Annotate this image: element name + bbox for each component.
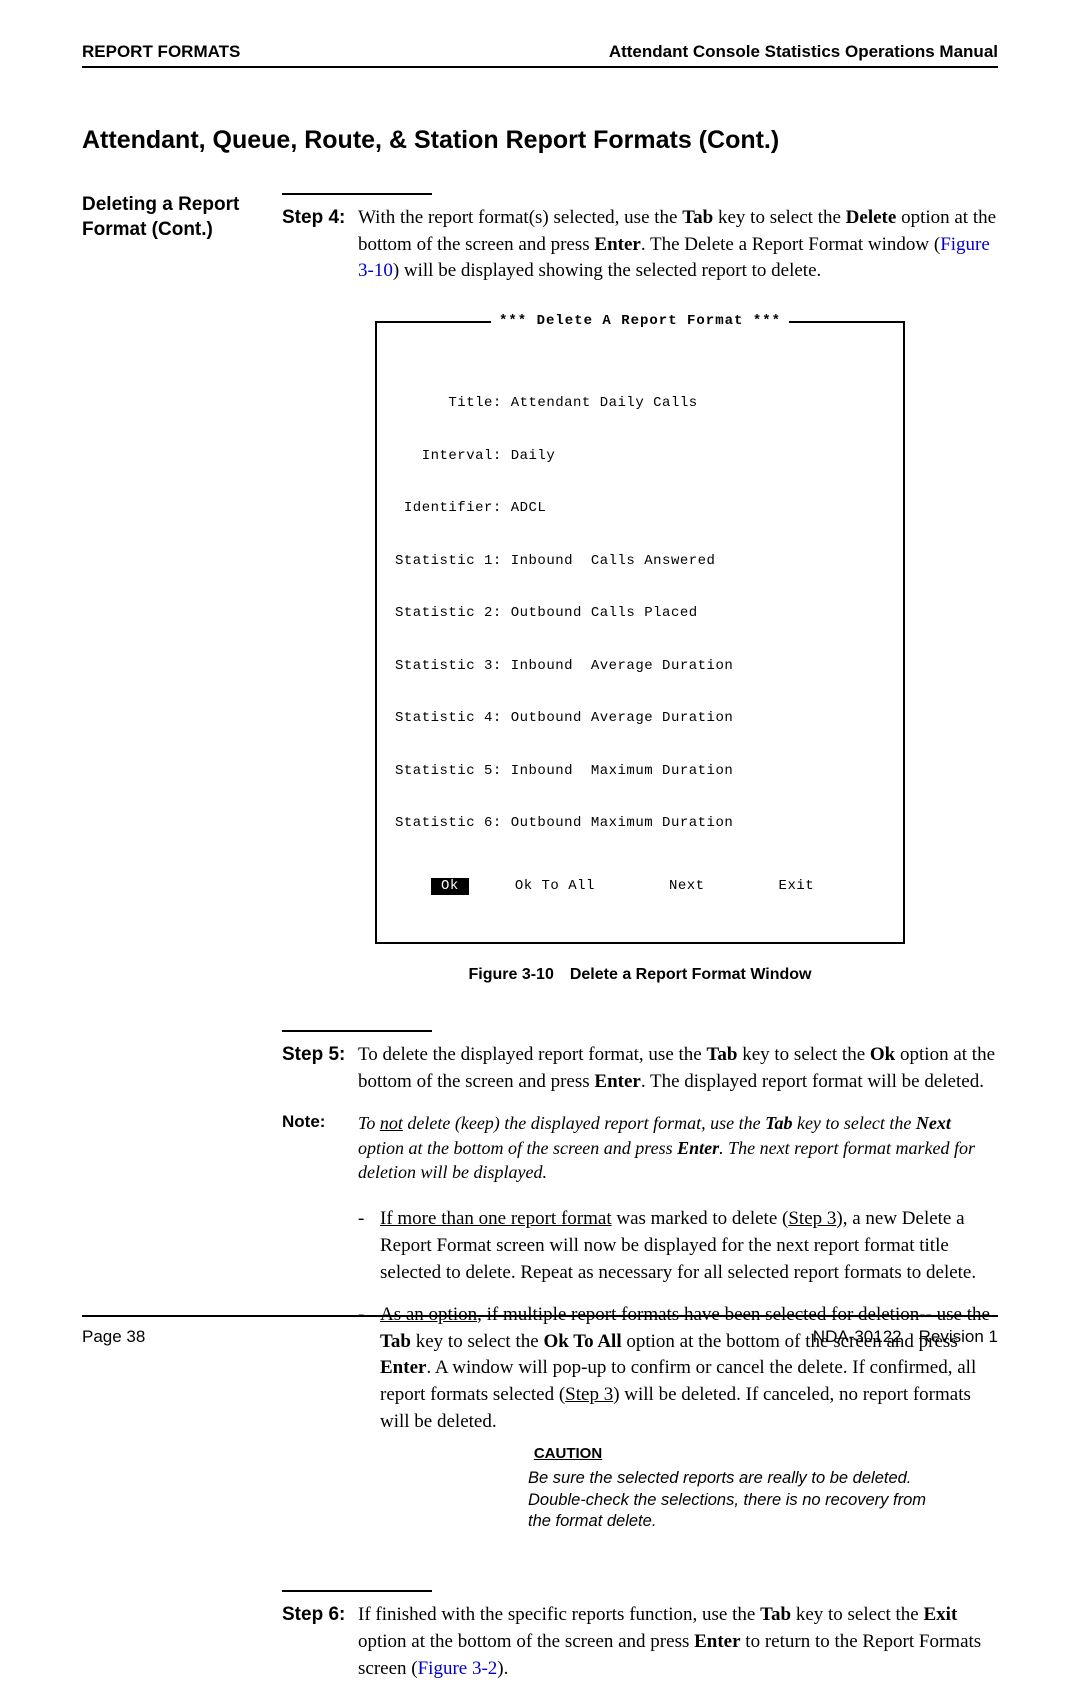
step5-row: Step 5: To delete the displayed report f…: [282, 1042, 998, 1095]
step4-row: Step 4: With the report format(s) select…: [282, 205, 998, 285]
figure-caption: Figure 3-10 Delete a Report Format Windo…: [282, 966, 998, 984]
opt-exit: Exit: [924, 1604, 958, 1625]
not-underline: not: [380, 1113, 403, 1133]
next-button[interactable]: Next: [669, 878, 705, 896]
window-row: Title: Attendant Daily Calls: [395, 395, 885, 413]
window-actions: Ok Ok To All Next Exit: [395, 878, 885, 896]
section-step5: Step 5: To delete the displayed report f…: [82, 1030, 998, 1548]
step4-label: Step 4:: [282, 205, 358, 232]
note-label: Note:: [282, 1111, 358, 1184]
header-left: REPORT FORMATS: [82, 42, 240, 62]
list-item-text: If more than one report format was marke…: [380, 1206, 998, 1286]
exit-button[interactable]: Exit: [779, 878, 815, 896]
delete-report-window: *** Delete A Report Format *** Title: At…: [375, 321, 905, 945]
caution-title: CAUTION: [528, 1443, 608, 1464]
key-enter: Enter: [694, 1631, 740, 1652]
step4-body: With the report format(s) selected, use …: [358, 205, 998, 285]
ok-to-all-button[interactable]: Ok To All: [515, 878, 595, 896]
rule: [282, 1030, 432, 1032]
ok-button[interactable]: Ok: [431, 878, 469, 896]
opt-delete: Delete: [846, 207, 897, 228]
note-row: Note: To not delete (keep) the displayed…: [282, 1111, 998, 1184]
step6-label: Step 6:: [282, 1602, 358, 1629]
header-right: Attendant Console Statistics Operations …: [609, 42, 998, 62]
rule: [282, 193, 432, 195]
opt-ok: Ok: [870, 1044, 895, 1065]
window-row: Statistic 3: Inbound Average Duration: [395, 658, 885, 676]
footer-doc: NDA-30122 Revision 1: [813, 1327, 998, 1347]
figure-link-3-2[interactable]: Figure 3-2: [418, 1658, 498, 1679]
sidebar-line1: Deleting a Report: [82, 194, 239, 215]
key-enter: Enter: [594, 234, 640, 255]
page: REPORT FORMATS Attendant Console Statist…: [0, 0, 1080, 1397]
opt-next: Next: [916, 1113, 951, 1133]
note-body: To not delete (keep) the displayed repor…: [358, 1111, 998, 1184]
footer-page: Page 38: [82, 1327, 145, 1347]
key-enter: Enter: [677, 1138, 719, 1158]
key-tab: Tab: [682, 207, 713, 228]
window-row: Statistic 6: Outbound Maximum Duration: [395, 815, 885, 833]
bullet-list: - If more than one report format was mar…: [282, 1206, 998, 1532]
step5-label: Step 5:: [282, 1042, 358, 1069]
key-enter: Enter: [380, 1357, 426, 1378]
step5-body: To delete the displayed report format, u…: [358, 1042, 998, 1095]
dash-icon: -: [358, 1206, 380, 1286]
sidebar-heading: Deleting a Report Format (Cont.): [82, 193, 282, 242]
window-row: Statistic 2: Outbound Calls Placed: [395, 605, 885, 623]
running-header: REPORT FORMATS Attendant Console Statist…: [82, 42, 998, 68]
section-step4: Deleting a Report Format (Cont.) Step 4:…: [82, 193, 998, 1030]
step4-column: Step 4: With the report format(s) select…: [282, 193, 998, 1030]
window-row: Statistic 5: Inbound Maximum Duration: [395, 763, 885, 781]
caution-block: CAUTION Be sure the selected reports are…: [528, 1443, 998, 1532]
step6-row: Step 6: If finished with the specific re…: [282, 1602, 998, 1682]
section-step6: Step 6: If finished with the specific re…: [82, 1590, 998, 1682]
window-row: Interval: Daily: [395, 448, 885, 466]
window-row: Statistic 4: Outbound Average Duration: [395, 710, 885, 728]
window-row: Identifier: ADCL: [395, 500, 885, 518]
key-tab: Tab: [760, 1604, 791, 1625]
list-item: - If more than one report format was mar…: [358, 1206, 998, 1286]
window-title: *** Delete A Report Format ***: [491, 313, 789, 331]
key-tab: Tab: [765, 1113, 792, 1133]
caution-body: Be sure the selected reports are really …: [528, 1468, 948, 1532]
key-tab: Tab: [706, 1044, 737, 1065]
page-title: Attendant, Queue, Route, & Station Repor…: [82, 126, 998, 155]
rule: [282, 1590, 432, 1592]
sidebar-line2: Format (Cont.): [82, 219, 213, 240]
footer: Page 38 NDA-30122 Revision 1: [82, 1315, 998, 1347]
key-enter: Enter: [594, 1071, 640, 1092]
step6-body: If finished with the specific reports fu…: [358, 1602, 998, 1682]
window-row: Statistic 1: Inbound Calls Answered: [395, 553, 885, 571]
